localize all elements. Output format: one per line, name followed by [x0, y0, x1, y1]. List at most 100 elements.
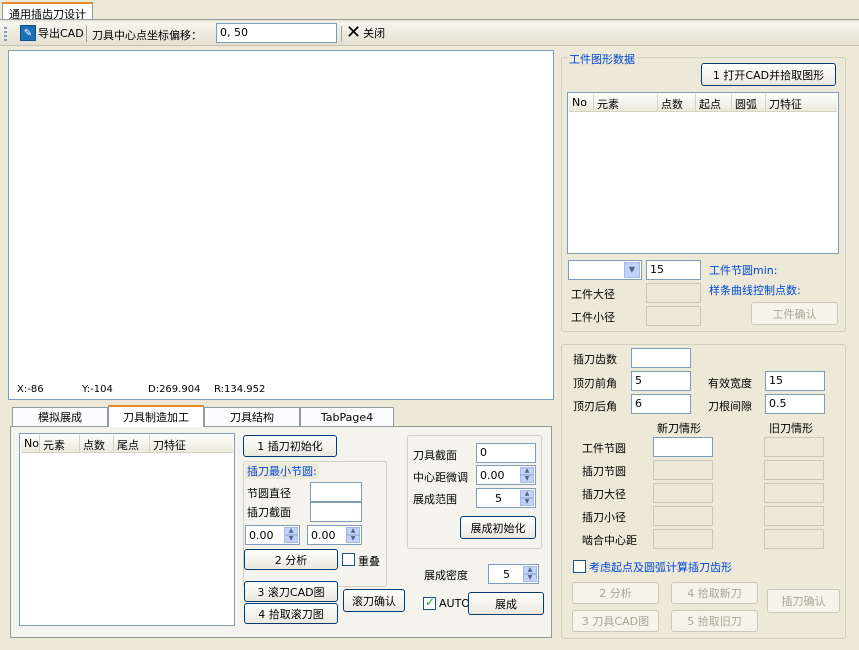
radius-readout: R:134.952 — [214, 384, 266, 395]
column-header[interactable]: 尾点 — [114, 435, 150, 452]
tool-init-button[interactable]: 1 插刀初始化 — [243, 435, 337, 457]
drawing-canvas[interactable] — [8, 50, 554, 400]
tool-element-list[interactable]: No 元素 点数 尾点 刀特征 — [19, 433, 235, 626]
spin-down-icon[interactable]: ▼ — [346, 535, 360, 543]
row-label: 插刀节圆 — [582, 465, 626, 478]
document-tab[interactable]: 通用插齿刀设计 — [2, 2, 93, 21]
toolbar-grip[interactable] — [4, 27, 7, 41]
column-header[interactable]: No — [21, 435, 40, 452]
workpiece-list-header: No 元素 点数 起点 圆弧 刀特征 — [569, 94, 837, 112]
pick-hob-button[interactable]: 4 拾取滚刀图 — [244, 603, 338, 624]
top-relief-label: 顶刃后角 — [573, 400, 617, 413]
spinner-arrows[interactable]: ▲ ▼ — [523, 566, 537, 582]
column-header[interactable]: 起点 — [696, 94, 732, 111]
cutter-cad-button[interactable]: 3 刀具CAD图 — [572, 610, 659, 632]
root-gap-input[interactable]: 0.5 — [765, 394, 825, 414]
column-header[interactable]: 点数 — [80, 435, 114, 452]
old-cutter-pitch-input — [764, 460, 824, 480]
spin-down-icon[interactable]: ▼ — [520, 498, 534, 506]
chevron-down-icon[interactable]: ▼ — [624, 262, 640, 278]
minor-dia-label: 工件小径 — [571, 311, 615, 324]
spin-down-icon[interactable]: ▼ — [520, 475, 534, 483]
tab-structure[interactable]: 刀具结构 — [204, 407, 300, 426]
root-gap-label: 刀根间隙 — [708, 400, 752, 413]
toolbar: ✎ 导出CAD 刀具中心点坐标偏移： 0, 50 ✕ 关闭 — [0, 22, 859, 46]
analyze-button[interactable]: 2 分析 — [244, 549, 338, 570]
workpiece-combo[interactable]: ▼ — [568, 260, 642, 280]
new-pitch-input[interactable] — [653, 437, 713, 457]
spin-down-icon[interactable]: ▼ — [284, 535, 298, 543]
close-label: 关闭 — [363, 27, 386, 40]
new-major-input — [653, 483, 713, 503]
range-spinner[interactable]: 5 ▲ ▼ — [476, 488, 536, 508]
workpiece-group-title: 工件图形数据 — [567, 51, 637, 67]
new-cutter-pitch-input — [653, 460, 713, 480]
spin-up-icon[interactable]: ▲ — [523, 566, 537, 574]
column-header[interactable]: 刀特征 — [766, 94, 826, 111]
cursor-y: Y:-104 — [82, 384, 113, 395]
close-button[interactable]: ✕ 关闭 — [346, 22, 386, 43]
gen-init-button[interactable]: 展成初始化 — [460, 516, 536, 539]
consider-arc-label: 考虑起点及圆弧计算插刀齿形 — [589, 561, 732, 574]
new-center-input — [653, 529, 713, 549]
column-header[interactable]: 刀特征 — [150, 435, 200, 452]
old-cutter-header: 旧刀情形 — [769, 422, 813, 435]
auto-checkbox[interactable] — [423, 595, 436, 610]
spin-up-icon[interactable]: ▲ — [520, 490, 534, 498]
workpiece-confirm-button[interactable]: 工件确认 — [751, 302, 838, 325]
spinner-value: 0.00 — [311, 529, 336, 542]
top-rake-input[interactable]: 5 — [631, 371, 691, 391]
cutter-analyze-button[interactable]: 2 分析 — [572, 582, 659, 604]
eff-width-input[interactable]: 15 — [765, 371, 825, 391]
column-header[interactable]: 元素 — [594, 94, 658, 111]
column-header[interactable]: No — [569, 94, 594, 111]
cutter-confirm-button[interactable]: 插刀确认 — [767, 589, 840, 613]
min-pitch-spinner-2[interactable]: 0.00 ▲ ▼ — [307, 525, 362, 545]
center-adjust-spinner[interactable]: 0.00 ▲ ▼ — [476, 465, 536, 485]
spinner-arrows[interactable]: ▲ ▼ — [520, 490, 534, 506]
pick-new-cutter-button[interactable]: 4 拾取新刀 — [671, 582, 758, 604]
spinner-arrows[interactable]: ▲ ▼ — [346, 527, 360, 543]
density-spinner[interactable]: 5 ▲ ▼ — [488, 564, 539, 584]
column-header[interactable]: 圆弧 — [732, 94, 766, 111]
spinner-arrows[interactable]: ▲ ▼ — [520, 467, 534, 483]
close-icon: ✕ — [346, 22, 362, 43]
spinner-arrows[interactable]: ▲ ▼ — [284, 527, 298, 543]
spin-up-icon[interactable]: ▲ — [520, 467, 534, 475]
teeth-input[interactable] — [631, 348, 691, 368]
teeth-label: 插刀齿数 — [573, 353, 617, 366]
spin-down-icon[interactable]: ▼ — [523, 574, 537, 582]
hob-confirm-button[interactable]: 滚刀确认 — [343, 589, 405, 612]
column-header[interactable]: 元素 — [40, 435, 80, 452]
section-input[interactable]: 0 — [476, 443, 536, 463]
workpiece-element-list[interactable]: No 元素 点数 起点 圆弧 刀特征 — [567, 92, 839, 254]
center-adjust-label: 中心距微调 — [413, 471, 468, 484]
count-input[interactable]: 15 — [646, 260, 701, 280]
tab-simulate[interactable]: 模拟展成 — [12, 407, 108, 426]
spinner-value: 5 — [495, 492, 502, 505]
density-label: 展成密度 — [424, 569, 468, 582]
old-major-input — [764, 483, 824, 503]
spline-label: 样条曲线控制点数: — [709, 284, 801, 297]
min-pitch-spinner-1[interactable]: 0.00 ▲ ▼ — [245, 525, 300, 545]
spin-up-icon[interactable]: ▲ — [346, 527, 360, 535]
overlap-checkbox[interactable] — [342, 553, 355, 566]
spin-up-icon[interactable]: ▲ — [284, 527, 298, 535]
generate-button[interactable]: 展成 — [468, 592, 544, 615]
tool-section-input[interactable] — [310, 502, 362, 522]
range-label: 展成范围 — [413, 493, 457, 506]
hob-cad-button[interactable]: 3 滚刀CAD图 — [244, 581, 338, 602]
open-cad-button[interactable]: 1 打开CAD并拾取图形 — [701, 63, 836, 86]
column-header[interactable]: 点数 — [658, 94, 696, 111]
consider-arc-checkbox[interactable] — [573, 560, 586, 573]
auto-label: AUTO — [439, 597, 470, 610]
tab-manufacture[interactable]: 刀具制造加工 — [108, 405, 204, 427]
top-relief-input[interactable]: 6 — [631, 394, 691, 414]
major-dia-input — [646, 283, 701, 303]
tab-page4[interactable]: TabPage4 — [300, 407, 394, 426]
pick-old-cutter-button[interactable]: 5 拾取旧刀 — [671, 610, 758, 632]
major-dia-label: 工件大径 — [571, 288, 615, 301]
export-cad-button[interactable]: ✎ 导出CAD — [20, 25, 84, 41]
pitch-dia-input[interactable] — [310, 482, 362, 502]
offset-input[interactable]: 0, 50 — [216, 23, 337, 43]
